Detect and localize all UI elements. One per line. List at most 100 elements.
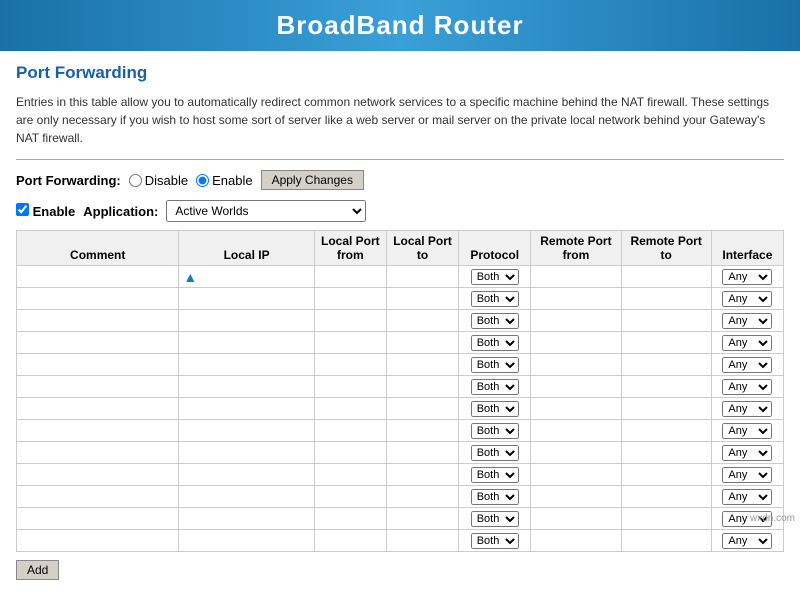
cell-comment[interactable]	[17, 376, 179, 398]
cell-remote-port-from[interactable]	[531, 354, 621, 376]
cell-interface[interactable]: AnyLANWAN	[711, 376, 783, 398]
local-ip-input[interactable]	[183, 316, 309, 328]
cell-remote-port-from[interactable]	[531, 376, 621, 398]
cell-local-port-from[interactable]	[314, 508, 386, 530]
protocol-select[interactable]: BothTCPUDP	[471, 313, 519, 329]
add-button[interactable]: Add	[16, 560, 59, 580]
cell-comment[interactable]	[17, 398, 179, 420]
cell-interface[interactable]: AnyLANWAN	[711, 266, 783, 288]
cell-remote-port-to[interactable]	[621, 530, 711, 552]
interface-select[interactable]: AnyLANWAN	[722, 423, 772, 439]
cell-local-port-from[interactable]	[314, 332, 386, 354]
cell-local-port-from[interactable]	[314, 530, 386, 552]
cell-local-ip[interactable]	[179, 288, 314, 310]
cell-local-port-to[interactable]	[386, 508, 458, 530]
cell-remote-port-to[interactable]	[621, 310, 711, 332]
comment-input[interactable]	[21, 470, 174, 482]
disable-option[interactable]: Disable	[129, 173, 188, 188]
cell-local-port-from[interactable]	[314, 266, 386, 288]
cell-local-ip[interactable]	[179, 398, 314, 420]
cell-remote-port-to[interactable]	[621, 464, 711, 486]
comment-input[interactable]	[21, 272, 174, 284]
local-ip-input[interactable]	[183, 536, 309, 548]
local-port-to-input[interactable]	[391, 514, 454, 526]
cell-local-port-to[interactable]	[386, 420, 458, 442]
local-ip-input[interactable]	[183, 382, 309, 394]
remote-port-to-input[interactable]	[626, 470, 707, 482]
cell-remote-port-to[interactable]	[621, 354, 711, 376]
remote-port-from-input[interactable]	[535, 338, 616, 350]
local-port-from-input[interactable]	[319, 536, 382, 548]
comment-input[interactable]	[21, 382, 174, 394]
cell-remote-port-from[interactable]	[531, 464, 621, 486]
cell-local-port-to[interactable]	[386, 442, 458, 464]
cell-remote-port-to[interactable]	[621, 398, 711, 420]
remote-port-to-input[interactable]	[626, 316, 707, 328]
cell-local-port-from[interactable]	[314, 398, 386, 420]
remote-port-to-input[interactable]	[626, 448, 707, 460]
local-port-from-input[interactable]	[319, 448, 382, 460]
local-port-to-input[interactable]	[391, 382, 454, 394]
remote-port-from-input[interactable]	[535, 316, 616, 328]
cell-remote-port-to[interactable]	[621, 266, 711, 288]
cell-local-port-to[interactable]	[386, 398, 458, 420]
cell-protocol[interactable]: BothTCPUDP	[459, 530, 531, 552]
cell-comment[interactable]	[17, 530, 179, 552]
local-port-to-input[interactable]	[391, 272, 454, 284]
application-select[interactable]: Active Worlds AIM Talk AOL Instant Messe…	[166, 200, 366, 222]
cell-local-ip[interactable]: ▲	[179, 266, 314, 288]
protocol-select[interactable]: BothTCPUDP	[471, 511, 519, 527]
cell-local-port-from[interactable]	[314, 376, 386, 398]
remote-port-to-input[interactable]	[626, 404, 707, 416]
cell-comment[interactable]	[17, 420, 179, 442]
cell-local-port-from[interactable]	[314, 442, 386, 464]
local-ip-input[interactable]	[183, 404, 309, 416]
cell-remote-port-to[interactable]	[621, 288, 711, 310]
local-port-to-input[interactable]	[391, 360, 454, 372]
cell-interface[interactable]: AnyLANWAN	[711, 332, 783, 354]
local-port-from-input[interactable]	[319, 316, 382, 328]
comment-input[interactable]	[21, 426, 174, 438]
enable-radio[interactable]	[196, 174, 209, 187]
cell-interface[interactable]: AnyLANWAN	[711, 288, 783, 310]
cell-local-port-to[interactable]	[386, 376, 458, 398]
cell-local-port-from[interactable]	[314, 310, 386, 332]
interface-select[interactable]: AnyLANWAN	[722, 401, 772, 417]
local-port-to-input[interactable]	[391, 470, 454, 482]
cell-local-port-from[interactable]	[314, 464, 386, 486]
local-ip-input[interactable]	[183, 492, 309, 504]
cell-remote-port-from[interactable]	[531, 332, 621, 354]
cell-protocol[interactable]: BothTCPUDP	[459, 310, 531, 332]
comment-input[interactable]	[21, 536, 174, 548]
local-port-from-input[interactable]	[319, 338, 382, 350]
interface-select[interactable]: AnyLANWAN	[722, 291, 772, 307]
cell-interface[interactable]: AnyLANWAN	[711, 530, 783, 552]
comment-input[interactable]	[21, 448, 174, 460]
local-ip-input[interactable]	[183, 448, 309, 460]
local-port-from-input[interactable]	[319, 514, 382, 526]
remote-port-to-input[interactable]	[626, 492, 707, 504]
cell-local-ip[interactable]	[179, 332, 314, 354]
local-port-from-input[interactable]	[319, 294, 382, 306]
interface-select[interactable]: AnyLANWAN	[722, 335, 772, 351]
interface-select[interactable]: AnyLANWAN	[722, 269, 772, 285]
cell-protocol[interactable]: BothTCPUDP	[459, 420, 531, 442]
cell-local-ip[interactable]	[179, 508, 314, 530]
cell-protocol[interactable]: BothTCPUDP	[459, 266, 531, 288]
cell-remote-port-from[interactable]	[531, 266, 621, 288]
local-port-to-input[interactable]	[391, 404, 454, 416]
cell-protocol[interactable]: BothTCPUDP	[459, 464, 531, 486]
cell-local-port-from[interactable]	[314, 288, 386, 310]
remote-port-from-input[interactable]	[535, 272, 616, 284]
protocol-select[interactable]: BothTCPUDP	[471, 489, 519, 505]
local-port-to-input[interactable]	[391, 536, 454, 548]
enable-option[interactable]: Enable	[196, 173, 252, 188]
cell-interface[interactable]: AnyLANWAN	[711, 486, 783, 508]
remote-port-to-input[interactable]	[626, 338, 707, 350]
cell-protocol[interactable]: BothTCPUDP	[459, 376, 531, 398]
cell-comment[interactable]	[17, 354, 179, 376]
apply-changes-button[interactable]: Apply Changes	[261, 170, 364, 190]
remote-port-from-input[interactable]	[535, 360, 616, 372]
cell-local-ip[interactable]	[179, 354, 314, 376]
cell-comment[interactable]	[17, 332, 179, 354]
